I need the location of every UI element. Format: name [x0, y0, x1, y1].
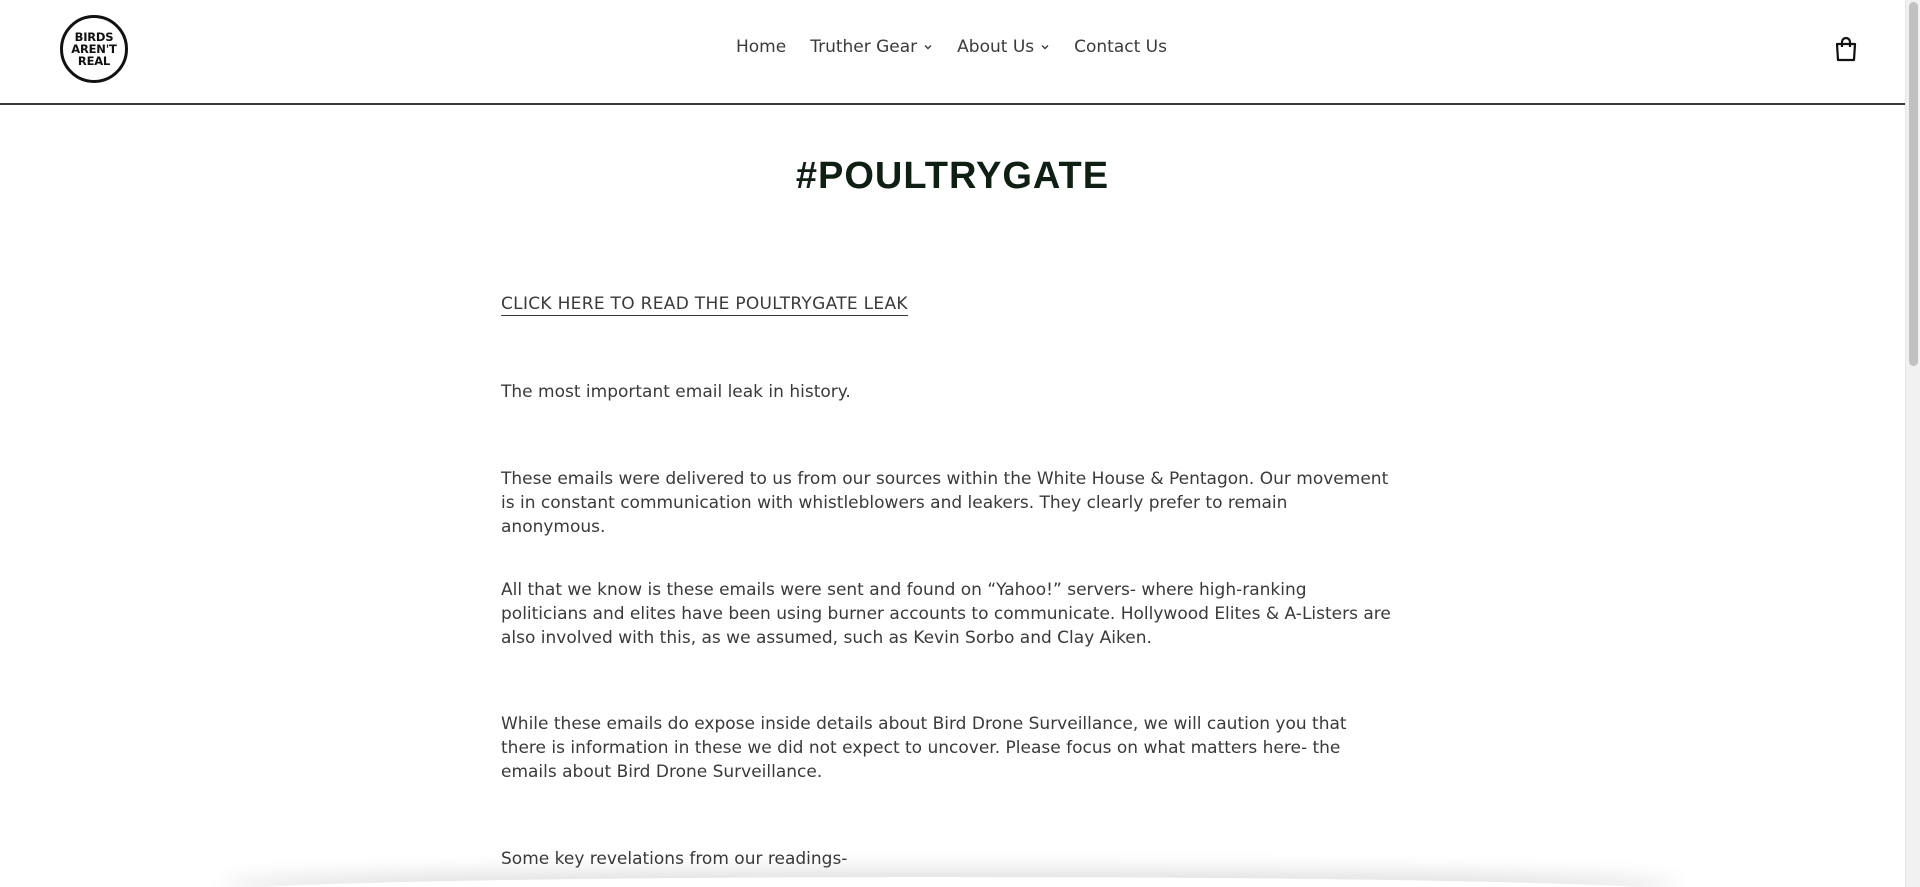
paragraph: Some key revelations from our readings-	[501, 849, 848, 869]
nav-item-label: Contact Us	[1074, 37, 1167, 57]
page: BIRDS AREN'T REAL Home Truther Gear Abou…	[0, 0, 1920, 887]
nav-list: Home Truther Gear About Us Contact Us	[736, 37, 1167, 57]
bottom-shadow	[220, 877, 1680, 887]
vertical-scrollbar[interactable]	[1905, 0, 1920, 887]
main-nav: Home Truther Gear About Us Contact Us	[0, 37, 1905, 57]
scrollbar-thumb[interactable]	[1909, 2, 1918, 366]
poultrygate-leak-link[interactable]: CLICK HERE TO READ THE POULTRYGATE LEAK	[501, 294, 908, 316]
chevron-down-icon	[924, 45, 932, 50]
shopping-bag-icon[interactable]	[1833, 36, 1859, 62]
leak-link-paragraph: CLICK HERE TO READ THE POULTRYGATE LEAK	[501, 292, 1396, 316]
paragraph: While these emails do expose inside deta…	[501, 714, 1347, 782]
paragraph: The most important email leak in history…	[501, 382, 851, 402]
site-header: BIRDS AREN'T REAL Home Truther Gear Abou…	[0, 0, 1905, 105]
article-body: CLICK HERE TO READ THE POULTRYGATE LEAK …	[501, 292, 1396, 869]
nav-item-about-us[interactable]: About Us	[957, 37, 1050, 57]
nav-item-contact-us[interactable]: Contact Us	[1074, 37, 1167, 57]
nav-item-home[interactable]: Home	[736, 37, 786, 57]
nav-item-label: Truther Gear	[810, 37, 918, 57]
nav-item-label: Home	[735, 37, 787, 57]
nav-item-label: About Us	[957, 37, 1035, 57]
nav-item-truther-gear[interactable]: Truther Gear	[810, 37, 933, 57]
paragraph: These emails were delivered to us from o…	[501, 469, 1389, 537]
paragraph: All that we know is these emails were se…	[501, 580, 1391, 648]
page-title: #POULTRYGATE	[795, 155, 1110, 197]
chevron-down-icon	[1041, 45, 1049, 50]
